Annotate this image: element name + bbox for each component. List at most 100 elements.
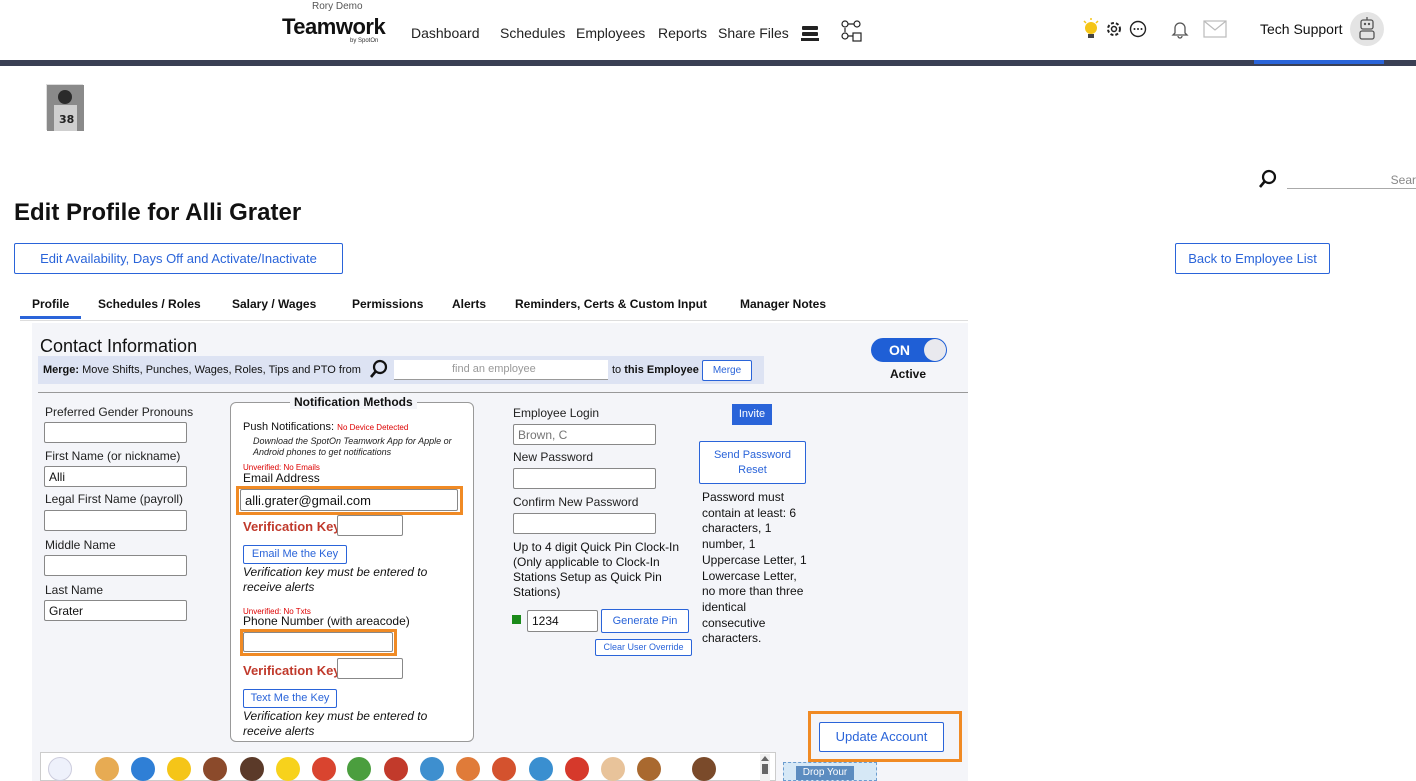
invite-button[interactable]: Invite bbox=[732, 404, 772, 425]
mail-icon[interactable] bbox=[1203, 20, 1227, 38]
chat-icon[interactable] bbox=[1128, 19, 1148, 39]
avatar-option[interactable] bbox=[492, 757, 516, 781]
pronouns-input[interactable] bbox=[44, 422, 187, 443]
new-password-label: New Password bbox=[513, 450, 594, 464]
email-verification-key-input[interactable] bbox=[337, 515, 403, 536]
nav-share-files[interactable]: Share Files bbox=[718, 25, 789, 41]
avatar-scrollbar[interactable] bbox=[760, 754, 770, 781]
avatar-option[interactable] bbox=[131, 757, 155, 781]
avatar-option[interactable] bbox=[420, 757, 444, 781]
search-icon[interactable] bbox=[1258, 169, 1278, 189]
active-tab-indicator bbox=[20, 316, 81, 319]
last-name-label: Last Name bbox=[45, 583, 104, 597]
new-password-input[interactable] bbox=[513, 468, 656, 489]
avatar-option[interactable] bbox=[347, 757, 371, 781]
first-name-label: First Name (or nickname) bbox=[45, 449, 181, 463]
merge-button[interactable]: Merge bbox=[702, 360, 752, 381]
tab-salary-wages[interactable]: Salary / Wages bbox=[232, 297, 316, 311]
merge-search-icon[interactable] bbox=[369, 359, 389, 379]
employee-login-label: Employee Login bbox=[513, 406, 600, 420]
middle-name-input[interactable] bbox=[44, 555, 187, 576]
avatar-option[interactable] bbox=[601, 757, 625, 781]
tab-profile[interactable]: Profile bbox=[32, 297, 69, 311]
email-verification-note: Verification key must be entered to rece… bbox=[243, 565, 428, 594]
lightbulb-icon[interactable] bbox=[1082, 18, 1100, 42]
avatar-option[interactable] bbox=[384, 757, 408, 781]
employee-photo[interactable]: 38 bbox=[46, 84, 84, 131]
tab-schedules-roles[interactable]: Schedules / Roles bbox=[98, 297, 201, 311]
nav-employees[interactable]: Employees bbox=[576, 25, 645, 41]
tab-manager-notes[interactable]: Manager Notes bbox=[740, 297, 826, 311]
robot-icon bbox=[1359, 17, 1375, 40]
active-toggle[interactable]: ON bbox=[871, 338, 947, 362]
confirm-password-input[interactable] bbox=[513, 513, 656, 534]
avatar-option[interactable] bbox=[276, 757, 300, 781]
avatar-option-blank[interactable] bbox=[48, 757, 72, 781]
merge-employee-input[interactable]: find an employee bbox=[394, 360, 608, 380]
confirm-password-label: Confirm New Password bbox=[513, 495, 639, 509]
avatar-option[interactable] bbox=[637, 757, 661, 781]
merge-bold-label: Merge: bbox=[43, 364, 80, 376]
svg-text:38: 38 bbox=[59, 113, 74, 126]
employee-search-input[interactable]: Sear bbox=[1287, 172, 1416, 189]
avatar-option[interactable] bbox=[203, 757, 227, 781]
avatar-option[interactable] bbox=[240, 757, 264, 781]
generate-pin-button[interactable]: Generate Pin bbox=[601, 609, 689, 633]
update-account-highlight bbox=[808, 711, 962, 762]
teamwork-logo[interactable]: Teamwork bbox=[282, 14, 386, 40]
bell-icon[interactable] bbox=[1171, 19, 1189, 39]
text-me-key-button[interactable]: Text Me the Key bbox=[243, 689, 337, 708]
page-title: Edit Profile for Alli Grater bbox=[14, 199, 302, 226]
scroll-up-icon[interactable] bbox=[761, 756, 769, 761]
org-chart-icon[interactable] bbox=[838, 19, 864, 47]
back-to-employee-list-button[interactable]: Back to Employee List bbox=[1175, 243, 1330, 274]
tab-alerts[interactable]: Alerts bbox=[452, 297, 486, 311]
send-password-reset-button[interactable]: Send Password Reset bbox=[699, 441, 806, 484]
phone-number-label: Phone Number (with areacode) bbox=[243, 614, 410, 628]
nav-schedules[interactable]: Schedules bbox=[500, 25, 565, 41]
last-name-input[interactable] bbox=[44, 600, 187, 621]
drop-your-label: Drop Your bbox=[796, 766, 854, 780]
avatar-option[interactable] bbox=[565, 757, 589, 781]
drop-zone[interactable]: Drop Your bbox=[783, 762, 877, 781]
avatar-option[interactable] bbox=[312, 757, 336, 781]
user-avatar[interactable] bbox=[1350, 12, 1384, 46]
tab-permissions[interactable]: Permissions bbox=[352, 297, 423, 311]
email-address-label: Email Address bbox=[243, 471, 320, 485]
email-highlight bbox=[236, 486, 463, 515]
quick-pin-input[interactable] bbox=[527, 610, 598, 632]
avatar-option[interactable] bbox=[692, 757, 716, 781]
gear-icon[interactable] bbox=[1104, 19, 1124, 39]
clear-user-override-button[interactable]: Clear User Override bbox=[595, 639, 692, 656]
top-navigation-bar: Rory Demo Teamwork by SpotOn Dashboard S… bbox=[0, 0, 1416, 60]
stack-icon[interactable] bbox=[800, 24, 820, 42]
nav-reports[interactable]: Reports bbox=[658, 25, 707, 41]
legal-first-name-input[interactable] bbox=[44, 510, 187, 531]
middle-name-label: Middle Name bbox=[45, 538, 116, 552]
merge-this-employee: this Employee bbox=[624, 364, 699, 376]
toggle-knob bbox=[924, 339, 946, 361]
merge-placeholder: find an employee bbox=[452, 363, 536, 375]
first-name-input[interactable] bbox=[44, 466, 187, 487]
user-name[interactable]: Tech Support bbox=[1260, 21, 1343, 37]
avatar-option[interactable] bbox=[167, 757, 191, 781]
avatar-option[interactable] bbox=[95, 757, 119, 781]
scroll-thumb[interactable] bbox=[762, 764, 768, 774]
avatar-option[interactable] bbox=[529, 757, 553, 781]
email-verification-key-label: Verification Key bbox=[243, 519, 341, 534]
pin-status-indicator bbox=[512, 615, 521, 624]
tabs-divider bbox=[20, 320, 968, 321]
email-me-key-button[interactable]: Email Me the Key bbox=[243, 545, 347, 564]
active-label: Active bbox=[890, 367, 927, 381]
company-name: Rory Demo bbox=[312, 1, 363, 12]
pronouns-label: Preferred Gender Pronouns bbox=[45, 405, 194, 419]
push-label: Push Notifications: bbox=[243, 421, 335, 433]
employee-login-input[interactable] bbox=[513, 424, 656, 445]
push-status: No Device Detected bbox=[337, 423, 409, 432]
edit-availability-button[interactable]: Edit Availability, Days Off and Activate… bbox=[14, 243, 343, 274]
avatar-option[interactable] bbox=[456, 757, 480, 781]
merge-description: Merge: Move Shifts, Punches, Wages, Role… bbox=[43, 364, 361, 376]
phone-verification-key-input[interactable] bbox=[337, 658, 403, 679]
nav-dashboard[interactable]: Dashboard bbox=[411, 25, 480, 41]
tab-reminders-certs[interactable]: Reminders, Certs & Custom Input bbox=[515, 297, 707, 311]
